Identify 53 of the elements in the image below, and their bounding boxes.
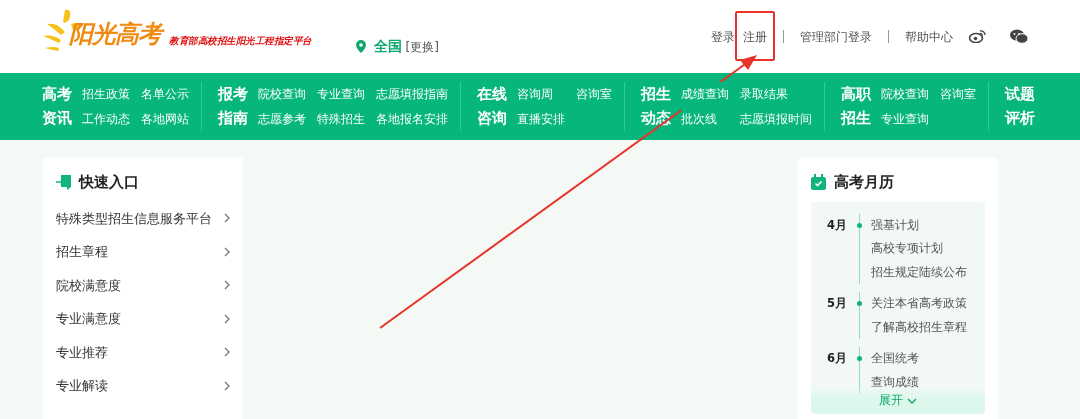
quick-entry-label: 专业满意度 [56, 310, 121, 328]
month-label: 5月 [826, 295, 847, 312]
timeline-event[interactable]: 招生规定陆续公布 [871, 260, 967, 284]
month-label: 6月 [826, 350, 847, 367]
timeline-event[interactable]: 强基计划 [871, 213, 967, 237]
quick-entry-label: 专业推荐 [56, 343, 108, 362]
top-link[interactable]: 帮助中心 [905, 30, 953, 44]
quick-entry-item[interactable]: 招生章程 [56, 235, 230, 269]
top-link[interactable]: 注册 [743, 30, 767, 44]
timeline-event[interactable]: 查询成绩 [871, 370, 919, 394]
region-label: 全国 [373, 37, 402, 56]
quick-entry-item[interactable]: 专业推荐 [56, 335, 230, 369]
timeline-dot [856, 222, 862, 228]
timeline-event[interactable]: 全国统考 [871, 347, 919, 371]
logo-tagline: 教育部高校招生阳光工程指定平台 [169, 33, 312, 48]
chevron-right-icon [224, 313, 230, 324]
admin-login-link[interactable]: 管理部门登录 [800, 30, 872, 44]
entry-icon [56, 174, 71, 190]
timeline-dot [856, 356, 862, 361]
month-label: 4月 [826, 216, 847, 234]
location-pin-icon [355, 40, 366, 53]
chevron-right-icon [224, 280, 230, 291]
top-link[interactable]: 登录 [711, 30, 735, 44]
quick-entry-item[interactable]: 专业满意度 [56, 302, 230, 336]
quick-entry-label: 招生章程 [56, 243, 108, 261]
nav-heading[interactable]: 在线 咨询 [477, 82, 509, 131]
quick-entry-label: 院校满意度 [56, 276, 121, 295]
chevron-right-icon [224, 213, 230, 224]
section-title: 高考月历 [834, 172, 894, 193]
section-title: 快速入口 [79, 172, 139, 193]
timeline-event[interactable]: 关注本省高考政策 [871, 292, 967, 316]
weibo-icon[interactable] [969, 29, 986, 43]
chevron-right-icon [224, 246, 230, 257]
quick-entry-item[interactable]: 专业解读 [56, 369, 230, 403]
quick-entry-label: 特殊类型招生信息服务平台 [56, 209, 212, 228]
quick-entry-item[interactable]: 特殊类型招生信息服务平台 [56, 201, 230, 235]
quick-entry-label: 专业解读 [56, 377, 108, 395]
timeline-event[interactable]: 高校专项计划 [871, 237, 967, 261]
quick-entry-item[interactable]: 院校满意度 [56, 268, 230, 302]
nav-heading[interactable]: 招生 动态 [641, 82, 673, 131]
chevron-right-icon [224, 347, 230, 358]
wechat-icon[interactable] [1010, 28, 1028, 44]
nav-heading[interactable]: 高职 招生 [841, 82, 873, 131]
nav-heading[interactable]: 高考 资讯 [42, 82, 74, 131]
timeline-event[interactable]: 了解高校招生章程 [871, 315, 967, 339]
calendar-icon [811, 174, 826, 191]
nav-link[interactable]: 成绩查询 [681, 82, 729, 107]
chevron-right-icon [224, 380, 230, 391]
nav-heading[interactable]: 报考 指南 [218, 82, 250, 131]
change-region-link[interactable]: [更换] [405, 37, 439, 56]
timeline-dot [856, 301, 862, 306]
chevron-down-icon [907, 397, 917, 404]
nav-heading[interactable]: 试题 评析 [1005, 82, 1037, 131]
